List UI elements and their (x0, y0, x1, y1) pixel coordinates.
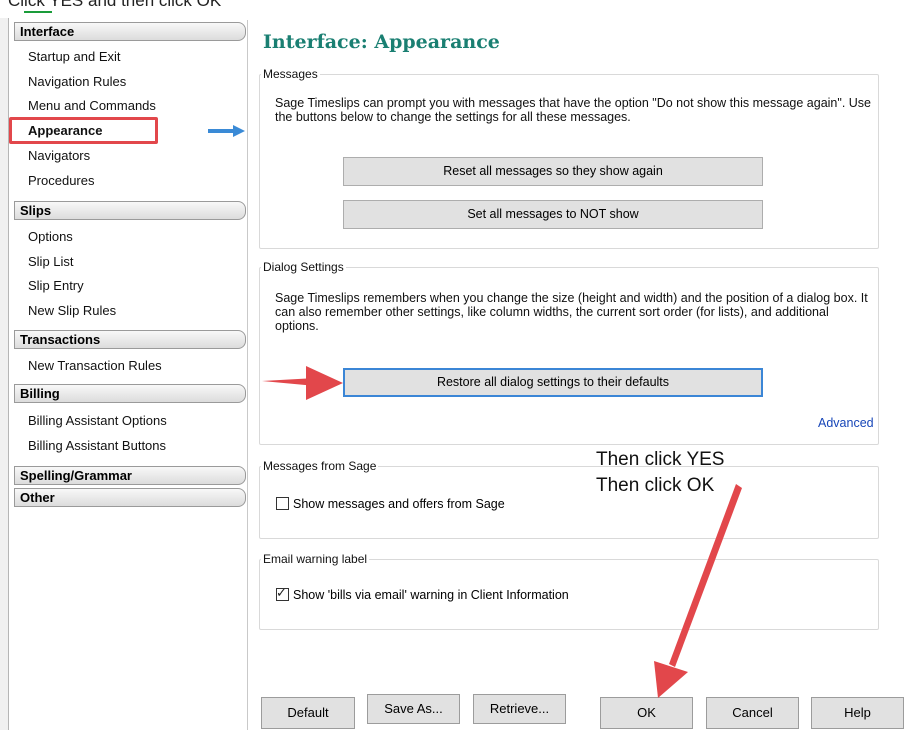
help-button[interactable]: Help (811, 697, 904, 729)
sage-messages-checkbox-label: Show messages and offers from Sage (293, 497, 505, 511)
sidebar-group-spelling-grammar[interactable]: Spelling/Grammar (14, 466, 246, 485)
sage-messages-checkbox-row[interactable]: Show messages and offers from Sage (276, 497, 505, 513)
arrow-right-icon (208, 125, 245, 137)
email-warning-legend: Email warning label (261, 552, 370, 566)
sidebar-item-menu-and-commands[interactable]: Menu and Commands (28, 96, 156, 116)
page-title: Interface: Appearance (263, 31, 500, 53)
email-warning-group: Email warning label ✓ Show 'bills via ema… (259, 552, 879, 630)
sidebar-item-billing-assistant-buttons[interactable]: Billing Assistant Buttons (28, 436, 166, 456)
dialog-settings-legend: Dialog Settings (261, 260, 346, 274)
sidebar-item-procedures[interactable]: Procedures (28, 171, 94, 191)
restore-dialog-settings-button[interactable]: Restore all dialog settings to their def… (343, 368, 763, 397)
default-button[interactable]: Default (261, 697, 355, 729)
sidebar-item-navigators[interactable]: Navigators (28, 146, 90, 166)
dialog-settings-group: Dialog Settings Sage Timeslips remembers… (259, 260, 879, 445)
messages-description: Sage Timeslips can prompt you with messa… (275, 96, 871, 124)
save-as-button[interactable]: Save As... (367, 694, 460, 724)
sidebar-group-billing[interactable]: Billing (14, 384, 246, 403)
sidebar-item-startup-and-exit[interactable]: Startup and Exit (28, 47, 121, 67)
messages-from-sage-legend: Messages from Sage (261, 459, 379, 473)
instruction-caption-text: Click YES and then click OK (8, 0, 222, 10)
annotation-text: Then click YES Then click OK (596, 447, 724, 499)
annotation-line-yes: Then click YES (596, 449, 725, 470)
caption-underline (24, 11, 52, 13)
sidebar-group-interface[interactable]: Interface (14, 22, 246, 41)
cancel-button[interactable]: Cancel (706, 697, 799, 729)
ok-button[interactable]: OK (600, 697, 693, 729)
instruction-caption: Click YES and then click OK (8, 0, 222, 13)
sidebar-item-navigation-rules[interactable]: Navigation Rules (28, 72, 126, 92)
sidebar-item-new-transaction-rules[interactable]: New Transaction Rules (28, 356, 162, 376)
email-warning-checkbox-row[interactable]: ✓ Show 'bills via email' warning in Clien… (276, 585, 569, 604)
sidebar-item-new-slip-rules[interactable]: New Slip Rules (28, 301, 116, 321)
appearance-highlight-box (9, 117, 158, 144)
sidebar-item-slip-list[interactable]: Slip List (28, 252, 74, 272)
messages-group: Messages Sage Timeslips can prompt you w… (259, 67, 879, 249)
retrieve-button[interactable]: Retrieve... (473, 694, 566, 724)
set-messages-not-show-button[interactable]: Set all messages to NOT show (343, 200, 763, 229)
sidebar-group-transactions[interactable]: Transactions (14, 330, 246, 349)
sidebar-group-slips[interactable]: Slips (14, 201, 246, 220)
sidebar-group-other[interactable]: Other (14, 488, 246, 507)
annotation-line-ok: Then click OK (596, 475, 715, 496)
sidebar-item-billing-assistant-options[interactable]: Billing Assistant Options (28, 411, 167, 431)
messages-legend: Messages (261, 67, 320, 81)
window-left-edge (0, 18, 9, 730)
sidebar-item-slip-entry[interactable]: Slip Entry (28, 276, 84, 296)
email-warning-checkbox-label: Show 'bills via email' warning in Client… (293, 588, 569, 602)
email-warning-checkbox[interactable]: ✓ (276, 585, 289, 601)
messages-from-sage-group: Messages from Sage Show messages and off… (259, 459, 879, 539)
options-main-panel: Interface: Appearance Messages Sage Time… (250, 20, 910, 730)
reset-messages-button[interactable]: Reset all messages so they show again (343, 157, 763, 186)
dialog-settings-description: Sage Timeslips remembers when you change… (275, 291, 868, 333)
sidebar-item-options[interactable]: Options (28, 227, 73, 247)
advanced-link[interactable]: Advanced (818, 416, 874, 430)
sage-messages-checkbox[interactable] (276, 497, 289, 510)
checkmark-icon: ✓ (276, 585, 287, 600)
